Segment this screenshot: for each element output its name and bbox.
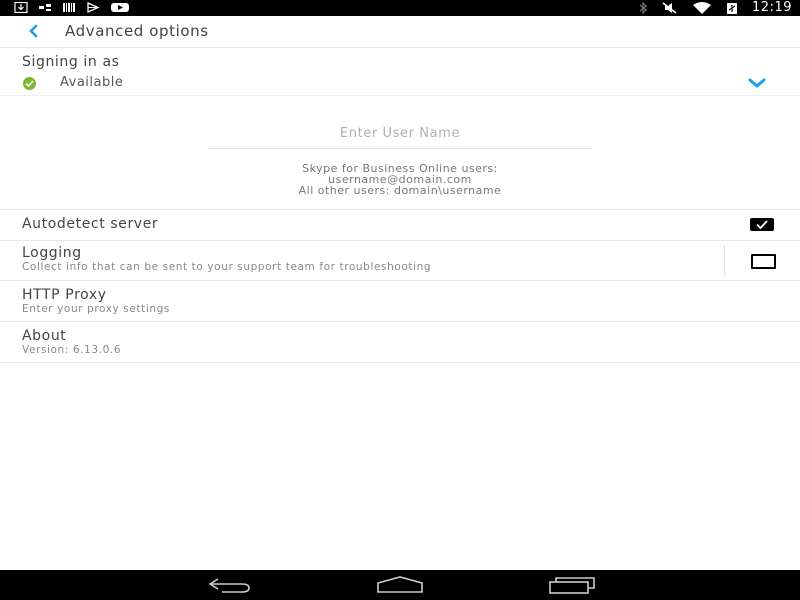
mute-icon <box>662 2 677 14</box>
autodetect-server-label: Autodetect server <box>22 216 159 232</box>
http-proxy-row[interactable]: HTTP Proxy Enter your proxy settings <box>0 281 800 322</box>
autodetect-server-checkbox[interactable] <box>750 218 774 231</box>
bluetooth-icon <box>639 2 647 14</box>
http-proxy-description: Enter your proxy settings <box>22 303 170 315</box>
sim-icon <box>39 4 51 11</box>
username-input[interactable] <box>208 118 592 149</box>
about-row[interactable]: About Version: 6.13.0.6 <box>0 322 800 363</box>
username-hint-line-3: All other users: domain\username <box>298 184 502 197</box>
status-bar: 12:19 <box>0 0 800 16</box>
battery-icon <box>727 2 738 14</box>
download-icon <box>14 2 28 13</box>
signing-in-section[interactable]: Signing in as Available <box>0 48 800 96</box>
chevron-down-icon[interactable] <box>748 77 766 89</box>
recents-nav-icon[interactable] <box>548 575 596 595</box>
about-label: About <box>22 328 67 344</box>
back-arrow-icon[interactable] <box>26 23 42 39</box>
wifi-icon <box>693 2 712 14</box>
autodetect-server-row[interactable]: Autodetect server <box>0 210 800 241</box>
logging-row[interactable]: Logging Collect info that can be sent to… <box>0 241 800 281</box>
play-store-icon <box>87 2 100 13</box>
back-nav-icon[interactable] <box>206 575 252 595</box>
home-nav-icon[interactable] <box>376 575 424 595</box>
http-proxy-label: HTTP Proxy <box>22 287 107 303</box>
status-bar-notifications <box>14 2 130 13</box>
navigation-bar <box>0 570 800 600</box>
logging-checkbox[interactable] <box>751 254 776 269</box>
presence-status: Available <box>60 75 124 90</box>
available-status-icon <box>23 77 36 90</box>
app-header: Advanced options <box>0 16 800 48</box>
app-version: Version: 6.13.0.6 <box>22 344 122 356</box>
youtube-icon <box>111 3 129 12</box>
clock: 12:19 <box>752 0 792 15</box>
status-bar-system: 12:19 <box>638 0 792 16</box>
divider <box>724 245 725 276</box>
logging-label: Logging <box>22 245 82 261</box>
logging-description: Collect info that can be sent to your su… <box>22 261 432 273</box>
signing-in-label: Signing in as <box>22 54 120 70</box>
barcode-icon <box>63 3 75 12</box>
page-title: Advanced options <box>65 22 209 40</box>
